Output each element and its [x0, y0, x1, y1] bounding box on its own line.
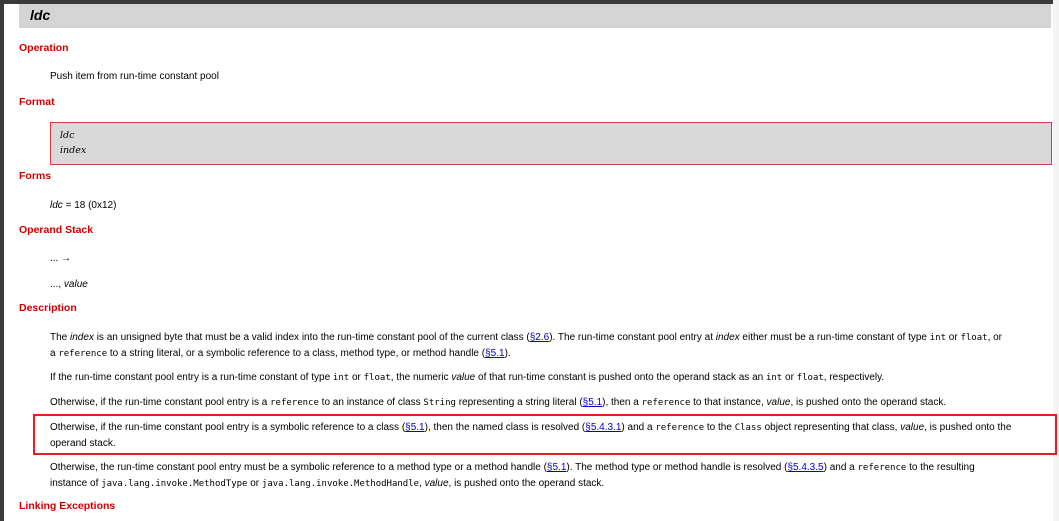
- forms-name: ldc: [50, 200, 63, 211]
- description-paragraph-4-line-1: Otherwise, if the run-time constant pool…: [50, 422, 1012, 433]
- operand-stack-heading: Operand Stack: [19, 224, 94, 236]
- description-paragraph-4: Otherwise, if the run-time constant pool…: [50, 420, 1050, 451]
- link-2-6[interactable]: §2.6: [530, 332, 549, 343]
- format-heading: Format: [19, 96, 55, 108]
- format-box: ldc index: [50, 122, 1052, 165]
- description-paragraph-5-line-1: Otherwise, the run-time constant pool en…: [50, 462, 975, 473]
- description-paragraph-5: Otherwise, the run-time constant pool en…: [50, 460, 1050, 492]
- link-5-1[interactable]: §5.1: [583, 397, 602, 408]
- description-paragraph-5-line-2: instance of java.lang.invoke.MethodType …: [50, 478, 605, 489]
- description-paragraph-1: The index is an unsigned byte that must …: [50, 330, 1050, 362]
- link-5-1[interactable]: §5.1: [547, 462, 566, 473]
- operation-heading: Operation: [19, 42, 69, 54]
- link-5-1[interactable]: §5.1: [485, 348, 504, 359]
- link-5-4-3-5[interactable]: §5.4.3.5: [787, 462, 823, 473]
- operand-stack-before: ... →: [50, 253, 72, 264]
- link-5-1[interactable]: §5.1: [405, 422, 424, 433]
- forms-value: = 18 (0x12): [62, 200, 117, 211]
- link-5-4-3-1[interactable]: §5.4.3.1: [585, 422, 621, 433]
- format-line-opcode: ldc: [60, 130, 75, 141]
- description-paragraph-4-line-2: operand stack.: [50, 438, 116, 449]
- window-left-edge: [0, 0, 4, 521]
- operand-stack-after: ..., value: [50, 279, 88, 290]
- instruction-title-bar: ldc: [19, 4, 1051, 28]
- format-line-operand: index: [60, 145, 87, 156]
- forms-heading: Forms: [19, 170, 52, 182]
- description-paragraph-1-line-2: a reference to a string literal, or a sy…: [50, 348, 511, 359]
- description-paragraph-3: Otherwise, if the run-time constant pool…: [50, 397, 947, 408]
- instruction-title: ldc: [30, 7, 51, 23]
- operation-text: Push item from run-time constant pool: [50, 71, 219, 82]
- linking-exceptions-heading: Linking Exceptions: [19, 500, 116, 512]
- forms-text: ldc = 18 (0x12): [50, 198, 116, 213]
- description-paragraph-1-line-1: The index is an unsigned byte that must …: [50, 332, 1003, 343]
- description-paragraph-2: If the run-time constant pool entry is a…: [50, 372, 885, 383]
- operand-stack-value: value: [63, 279, 88, 290]
- description-heading: Description: [19, 302, 77, 314]
